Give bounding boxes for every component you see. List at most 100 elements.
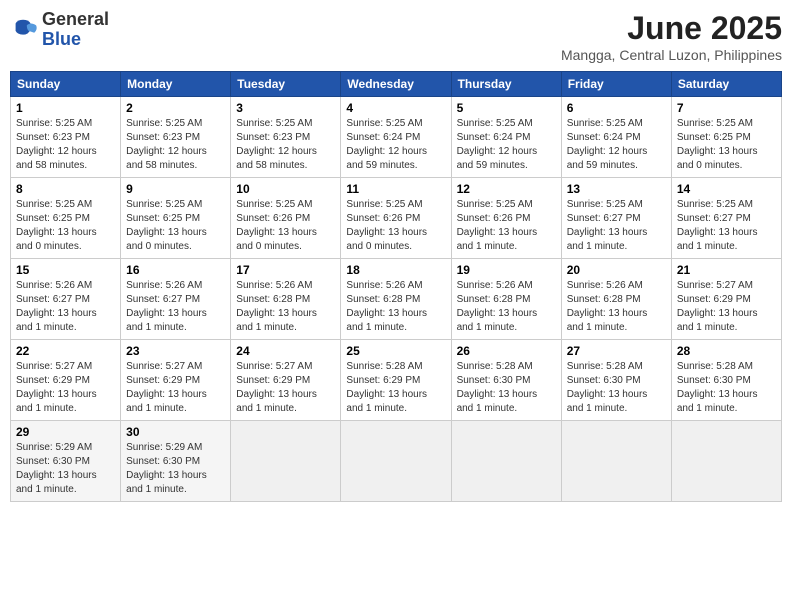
calendar-cell: 21 Sunrise: 5:27 AM Sunset: 6:29 PM Dayli… bbox=[671, 259, 781, 340]
day-info: Sunrise: 5:27 AM Sunset: 6:29 PM Dayligh… bbox=[16, 360, 115, 416]
day-number: 27 bbox=[567, 344, 666, 358]
calendar-cell: 12 Sunrise: 5:25 AM Sunset: 6:26 PM Dayli… bbox=[451, 178, 561, 259]
calendar-header-row: Sunday Monday Tuesday Wednesday Thursday… bbox=[11, 72, 782, 97]
calendar-cell: 22 Sunrise: 5:27 AM Sunset: 6:29 PM Dayli… bbox=[11, 340, 121, 421]
day-info: Sunrise: 5:25 AM Sunset: 6:24 PM Dayligh… bbox=[457, 117, 556, 173]
day-number: 12 bbox=[457, 182, 556, 196]
day-number: 6 bbox=[567, 101, 666, 115]
day-info: Sunrise: 5:28 AM Sunset: 6:30 PM Dayligh… bbox=[567, 360, 666, 416]
day-number: 29 bbox=[16, 425, 115, 439]
calendar-cell: 18 Sunrise: 5:26 AM Sunset: 6:28 PM Dayli… bbox=[341, 259, 451, 340]
day-info: Sunrise: 5:27 AM Sunset: 6:29 PM Dayligh… bbox=[126, 360, 225, 416]
day-info: Sunrise: 5:26 AM Sunset: 6:27 PM Dayligh… bbox=[16, 279, 115, 335]
day-number: 15 bbox=[16, 263, 115, 277]
logo: General Blue bbox=[10, 10, 109, 50]
day-number: 13 bbox=[567, 182, 666, 196]
day-number: 24 bbox=[236, 344, 335, 358]
calendar-cell: 10 Sunrise: 5:25 AM Sunset: 6:26 PM Dayli… bbox=[231, 178, 341, 259]
day-number: 22 bbox=[16, 344, 115, 358]
calendar-cell: 9Sunrise: 5:25 AM Sunset: 6:25 PM Daylig… bbox=[121, 178, 231, 259]
calendar-cell: 16Sunrise: 5:26 AM Sunset: 6:27 PM Dayli… bbox=[121, 259, 231, 340]
col-tuesday: Tuesday bbox=[231, 72, 341, 97]
day-info: Sunrise: 5:25 AM Sunset: 6:26 PM Dayligh… bbox=[457, 198, 556, 254]
calendar-cell: 27 Sunrise: 5:28 AM Sunset: 6:30 PM Dayli… bbox=[561, 340, 671, 421]
day-number: 1 bbox=[16, 101, 115, 115]
day-number: 10 bbox=[236, 182, 335, 196]
calendar-cell: 7 Sunrise: 5:25 AM Sunset: 6:25 PM Daylig… bbox=[671, 97, 781, 178]
calendar-week-row: 1 Sunrise: 5:25 AM Sunset: 6:23 PM Daylig… bbox=[11, 97, 782, 178]
day-info: Sunrise: 5:25 AM Sunset: 6:26 PM Dayligh… bbox=[236, 198, 335, 254]
calendar-body: 1 Sunrise: 5:25 AM Sunset: 6:23 PM Daylig… bbox=[11, 97, 782, 502]
day-number: 30 bbox=[126, 425, 225, 439]
calendar-cell: 5 Sunrise: 5:25 AM Sunset: 6:24 PM Daylig… bbox=[451, 97, 561, 178]
day-info: Sunrise: 5:25 AM Sunset: 6:25 PM Dayligh… bbox=[16, 198, 115, 254]
day-number: 17 bbox=[236, 263, 335, 277]
day-info: Sunrise: 5:25 AM Sunset: 6:27 PM Dayligh… bbox=[677, 198, 776, 254]
day-info: Sunrise: 5:26 AM Sunset: 6:28 PM Dayligh… bbox=[567, 279, 666, 335]
day-info: Sunrise: 5:27 AM Sunset: 6:29 PM Dayligh… bbox=[677, 279, 776, 335]
logo-icon bbox=[10, 16, 38, 44]
day-number: 19 bbox=[457, 263, 556, 277]
day-info: Sunrise: 5:29 AM Sunset: 6:30 PM Dayligh… bbox=[16, 441, 115, 497]
day-info: Sunrise: 5:26 AM Sunset: 6:28 PM Dayligh… bbox=[346, 279, 445, 335]
calendar-cell: 24 Sunrise: 5:27 AM Sunset: 6:29 PM Dayli… bbox=[231, 340, 341, 421]
day-number: 2 bbox=[126, 101, 225, 115]
day-info: Sunrise: 5:26 AM Sunset: 6:28 PM Dayligh… bbox=[457, 279, 556, 335]
calendar-cell: 2 Sunrise: 5:25 AM Sunset: 6:23 PM Daylig… bbox=[121, 97, 231, 178]
day-info: Sunrise: 5:25 AM Sunset: 6:23 PM Dayligh… bbox=[126, 117, 225, 173]
col-wednesday: Wednesday bbox=[341, 72, 451, 97]
calendar-cell bbox=[451, 421, 561, 502]
logo-general-text: General bbox=[42, 9, 109, 29]
calendar-cell: 13 Sunrise: 5:25 AM Sunset: 6:27 PM Dayli… bbox=[561, 178, 671, 259]
day-info: Sunrise: 5:25 AM Sunset: 6:23 PM Dayligh… bbox=[16, 117, 115, 173]
calendar-cell bbox=[231, 421, 341, 502]
calendar-cell: 3Sunrise: 5:25 AM Sunset: 6:23 PM Daylig… bbox=[231, 97, 341, 178]
calendar-cell: 29 Sunrise: 5:29 AM Sunset: 6:30 PM Dayli… bbox=[11, 421, 121, 502]
day-info: Sunrise: 5:25 AM Sunset: 6:25 PM Dayligh… bbox=[677, 117, 776, 173]
day-info: Sunrise: 5:25 AM Sunset: 6:26 PM Dayligh… bbox=[346, 198, 445, 254]
calendar-cell bbox=[341, 421, 451, 502]
calendar-cell: 6 Sunrise: 5:25 AM Sunset: 6:24 PM Daylig… bbox=[561, 97, 671, 178]
day-number: 14 bbox=[677, 182, 776, 196]
day-number: 9 bbox=[126, 182, 225, 196]
calendar-cell: 25 Sunrise: 5:28 AM Sunset: 6:29 PM Dayli… bbox=[341, 340, 451, 421]
day-number: 5 bbox=[457, 101, 556, 115]
calendar-cell: 26Sunrise: 5:28 AM Sunset: 6:30 PM Dayli… bbox=[451, 340, 561, 421]
col-saturday: Saturday bbox=[671, 72, 781, 97]
month-title: June 2025 bbox=[561, 10, 782, 47]
calendar-cell: 14 Sunrise: 5:25 AM Sunset: 6:27 PM Dayli… bbox=[671, 178, 781, 259]
calendar-cell: 1 Sunrise: 5:25 AM Sunset: 6:23 PM Daylig… bbox=[11, 97, 121, 178]
calendar-week-row: 29 Sunrise: 5:29 AM Sunset: 6:30 PM Dayli… bbox=[11, 421, 782, 502]
day-info: Sunrise: 5:25 AM Sunset: 6:24 PM Dayligh… bbox=[346, 117, 445, 173]
day-number: 28 bbox=[677, 344, 776, 358]
col-thursday: Thursday bbox=[451, 72, 561, 97]
day-info: Sunrise: 5:27 AM Sunset: 6:29 PM Dayligh… bbox=[236, 360, 335, 416]
calendar-cell: 4 Sunrise: 5:25 AM Sunset: 6:24 PM Daylig… bbox=[341, 97, 451, 178]
day-number: 21 bbox=[677, 263, 776, 277]
calendar-cell: 17Sunrise: 5:26 AM Sunset: 6:28 PM Dayli… bbox=[231, 259, 341, 340]
col-friday: Friday bbox=[561, 72, 671, 97]
calendar-cell: 28 Sunrise: 5:28 AM Sunset: 6:30 PM Dayli… bbox=[671, 340, 781, 421]
page-header: General Blue June 2025 Mangga, Central L… bbox=[10, 10, 782, 63]
col-monday: Monday bbox=[121, 72, 231, 97]
calendar-week-row: 8Sunrise: 5:25 AM Sunset: 6:25 PM Daylig… bbox=[11, 178, 782, 259]
day-info: Sunrise: 5:28 AM Sunset: 6:30 PM Dayligh… bbox=[677, 360, 776, 416]
day-info: Sunrise: 5:25 AM Sunset: 6:27 PM Dayligh… bbox=[567, 198, 666, 254]
day-info: Sunrise: 5:29 AM Sunset: 6:30 PM Dayligh… bbox=[126, 441, 225, 497]
calendar-cell: 11Sunrise: 5:25 AM Sunset: 6:26 PM Dayli… bbox=[341, 178, 451, 259]
day-info: Sunrise: 5:25 AM Sunset: 6:24 PM Dayligh… bbox=[567, 117, 666, 173]
calendar-cell: 15 Sunrise: 5:26 AM Sunset: 6:27 PM Dayli… bbox=[11, 259, 121, 340]
day-number: 7 bbox=[677, 101, 776, 115]
day-number: 26 bbox=[457, 344, 556, 358]
day-number: 25 bbox=[346, 344, 445, 358]
calendar-cell bbox=[671, 421, 781, 502]
day-number: 4 bbox=[346, 101, 445, 115]
calendar-cell: 20 Sunrise: 5:26 AM Sunset: 6:28 PM Dayli… bbox=[561, 259, 671, 340]
day-number: 18 bbox=[346, 263, 445, 277]
day-number: 20 bbox=[567, 263, 666, 277]
calendar-cell bbox=[561, 421, 671, 502]
day-number: 23 bbox=[126, 344, 225, 358]
day-number: 16 bbox=[126, 263, 225, 277]
calendar-week-row: 15 Sunrise: 5:26 AM Sunset: 6:27 PM Dayli… bbox=[11, 259, 782, 340]
day-info: Sunrise: 5:28 AM Sunset: 6:29 PM Dayligh… bbox=[346, 360, 445, 416]
